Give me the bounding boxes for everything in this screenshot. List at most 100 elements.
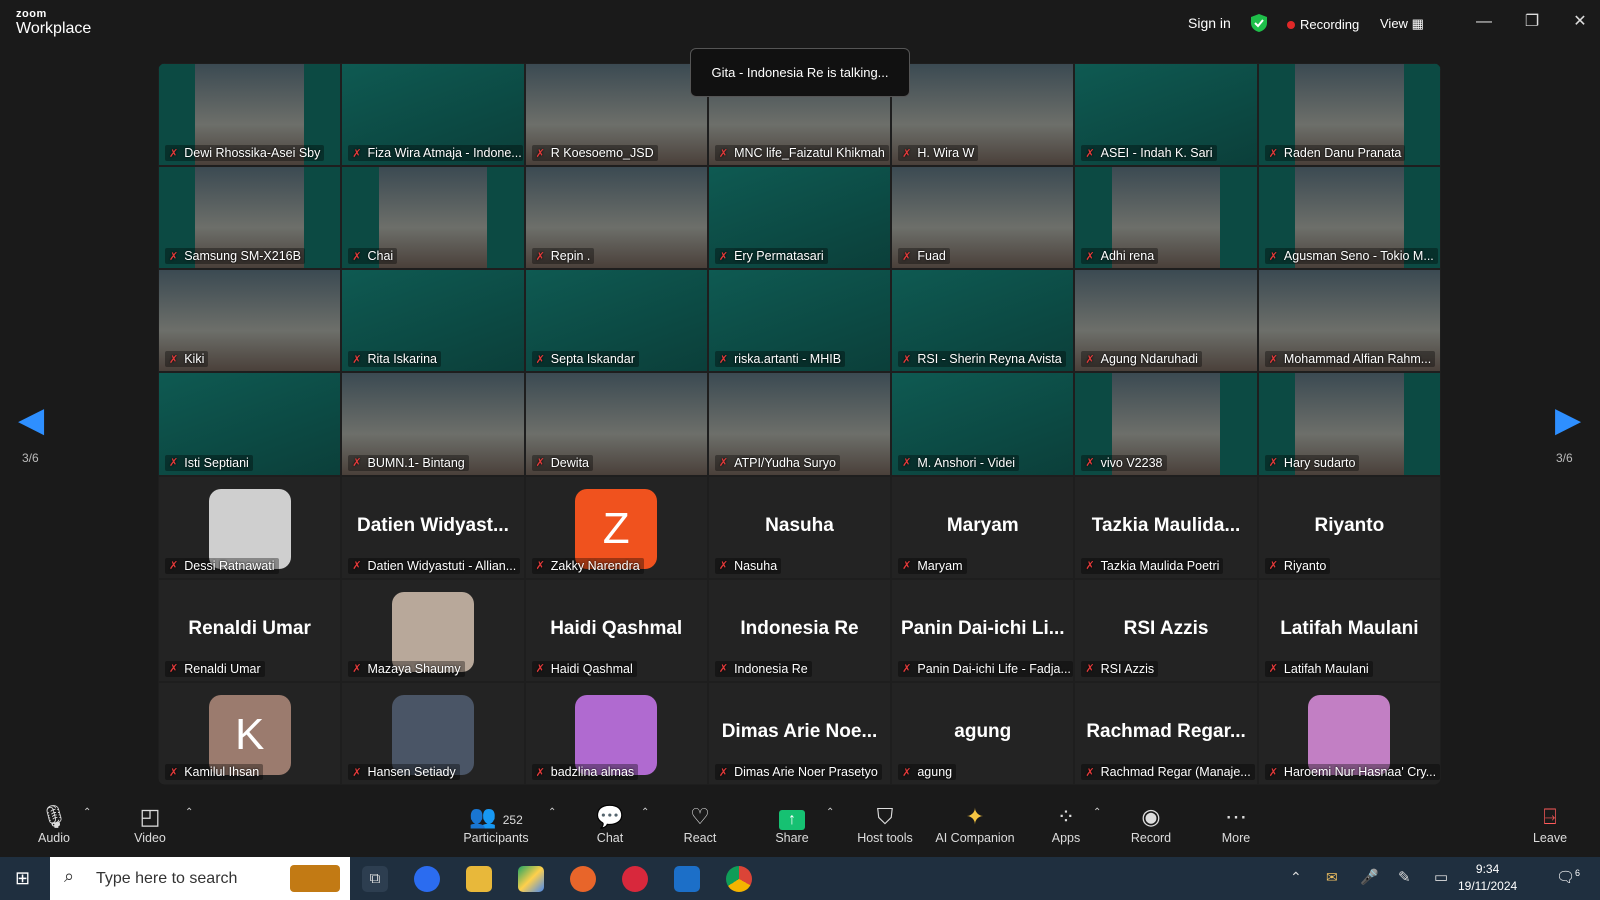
record-button[interactable]: ◉ Record bbox=[1126, 803, 1176, 845]
participant-name-label: ✗ Mazaya Shaumy bbox=[348, 660, 465, 677]
taskbar-search-box[interactable]: ⌕ Type here to search bbox=[50, 857, 350, 900]
participant-tile[interactable]: Haidi Qashmal ✗ Haidi Qashmal bbox=[524, 578, 708, 682]
previous-page-arrow-icon[interactable]: ◀ bbox=[18, 400, 44, 440]
tray-display-icon[interactable]: ▭ bbox=[1434, 868, 1448, 886]
participant-tile[interactable]: Rachmad Regar... ✗ Rachmad Regar (Manaje..… bbox=[1074, 681, 1258, 785]
host-tools-button[interactable]: ⛉ Host tools bbox=[850, 803, 920, 845]
close-icon[interactable]: ✕ bbox=[1556, 8, 1600, 36]
tray-pen-icon[interactable]: ✎ bbox=[1398, 868, 1411, 886]
outlook-icon[interactable] bbox=[674, 866, 700, 892]
participant-tile[interactable]: Nasuha ✗ Nasuha bbox=[707, 475, 892, 579]
share-button[interactable]: ↑ Share bbox=[772, 803, 812, 845]
participant-name-label: ✗ Dessi Ratnawati bbox=[165, 557, 279, 574]
windows-start-icon[interactable]: ⊞ bbox=[15, 868, 30, 889]
participant-tile[interactable]: Datien Widyast... ✗ Datien Widyastuti - Al… bbox=[341, 475, 525, 579]
more-button[interactable]: ⋯ More bbox=[1216, 803, 1256, 845]
participant-tile[interactable]: ✗ Chai bbox=[341, 166, 525, 270]
participant-tile[interactable]: Renaldi Umar ✗ Renaldi Umar bbox=[158, 578, 342, 682]
participant-tile[interactable]: Tazkia Maulida... ✗ Tazkia Maulida Poetri bbox=[1074, 475, 1258, 579]
minimize-icon[interactable]: — bbox=[1460, 8, 1508, 36]
task-view-icon[interactable]: ⧉ bbox=[362, 866, 388, 892]
participant-tile[interactable]: Z ✗ Zakky Narendra bbox=[524, 475, 708, 579]
participant-tile[interactable]: ✗ Isti Septiani bbox=[158, 372, 342, 476]
participant-tile[interactable]: ✗ Agusman Seno - Tokio M... bbox=[1257, 166, 1441, 270]
audio-options-caret-icon[interactable]: ⌃ bbox=[83, 807, 91, 818]
participant-tile[interactable]: ✗ Fiza Wira Atmaja - Indone... bbox=[341, 63, 525, 167]
participant-tile[interactable]: RSI Azzis ✗ RSI Azzis bbox=[1074, 578, 1258, 682]
google-drive-icon[interactable] bbox=[518, 866, 544, 892]
share-options-caret-icon[interactable]: ⌃ bbox=[826, 807, 834, 818]
ai-companion-button[interactable]: ✦ AI Companion bbox=[930, 803, 1020, 845]
chat-button[interactable]: 💬 Chat bbox=[590, 803, 630, 845]
participants-options-caret-icon[interactable]: ⌃ bbox=[548, 807, 556, 818]
security-shield-icon[interactable] bbox=[1250, 13, 1268, 38]
taskbar-clock[interactable]: 9:34 19/11/2024 bbox=[1458, 861, 1517, 895]
participant-tile[interactable]: ✗ vivo V2238 bbox=[1074, 372, 1258, 476]
participant-tile[interactable]: ✗ Hansen Setiady bbox=[341, 681, 525, 785]
firefox-icon[interactable] bbox=[570, 866, 596, 892]
participants-button[interactable]: 👥 252 Participants bbox=[460, 803, 532, 845]
chat-options-caret-icon[interactable]: ⌃ bbox=[641, 807, 649, 818]
tray-mail-icon[interactable]: ✉ bbox=[1326, 869, 1338, 886]
video-button[interactable]: ◰ Video bbox=[130, 803, 170, 845]
participant-tile[interactable]: ✗ Mazaya Shaumy bbox=[341, 578, 525, 682]
participant-tile[interactable]: ✗ Raden Danu Pranata bbox=[1257, 63, 1441, 167]
participant-tile[interactable]: Maryam ✗ Maryam bbox=[891, 475, 1075, 579]
participant-name-label: ✗ Kiki bbox=[165, 351, 209, 368]
notification-center-icon[interactable]: 🗨6 bbox=[1556, 868, 1580, 886]
muted-mic-icon: ✗ bbox=[535, 560, 545, 573]
participant-tile[interactable]: ✗ Dewi Rhossika-Asei Sby bbox=[158, 63, 342, 167]
participant-tile[interactable]: ✗ riska.artanti - MHIB bbox=[707, 269, 892, 373]
participant-tile[interactable]: ✗ Samsung SM-X216B bbox=[158, 166, 342, 270]
participant-tile[interactable]: agung ✗ agung bbox=[891, 681, 1075, 785]
participant-tile[interactable]: ✗ M. Anshori - Videi bbox=[891, 372, 1075, 476]
participant-tile[interactable]: ✗ badzlina almas bbox=[524, 681, 708, 785]
tray-chevron-icon[interactable]: ⌃ bbox=[1290, 869, 1302, 886]
participant-tile[interactable]: K ✗ Kamilul Ihsan bbox=[158, 681, 342, 785]
sign-in-button[interactable]: Sign in bbox=[1188, 15, 1231, 31]
view-button[interactable]: View ▦ bbox=[1380, 16, 1424, 32]
next-page-arrow-icon[interactable]: ▶ bbox=[1555, 400, 1581, 440]
participant-tile[interactable]: ✗ H. Wira W bbox=[891, 63, 1075, 167]
participant-tile[interactable]: ✗ Hary sudarto bbox=[1257, 372, 1441, 476]
participant-tile[interactable]: ✗ Ery Permatasari bbox=[707, 166, 892, 270]
recording-indicator[interactable]: Recording bbox=[1287, 17, 1359, 32]
chrome-icon[interactable] bbox=[726, 866, 752, 892]
participant-tile[interactable]: ✗ BUMN.1- Bintang bbox=[341, 372, 525, 476]
participant-tile[interactable]: ✗ Adhi rena bbox=[1074, 166, 1258, 270]
participant-tile[interactable]: ✗ ATPI/Yudha Suryo bbox=[707, 372, 892, 476]
react-button[interactable]: ♡ React bbox=[680, 803, 720, 845]
restore-icon[interactable]: ❐ bbox=[1508, 8, 1556, 36]
participant-tile[interactable]: ✗ Dewita bbox=[524, 372, 708, 476]
participant-tile[interactable]: ✗ Fuad bbox=[891, 166, 1075, 270]
participant-tile[interactable]: ✗ Dessi Ratnawati bbox=[158, 475, 342, 579]
participant-name: Indonesia Re bbox=[734, 661, 808, 676]
apps-options-caret-icon[interactable]: ⌃ bbox=[1093, 807, 1101, 818]
participant-tile[interactable]: ✗ ASEI - Indah K. Sari bbox=[1074, 63, 1258, 167]
video-options-caret-icon[interactable]: ⌃ bbox=[185, 807, 193, 818]
file-explorer-icon[interactable] bbox=[466, 866, 492, 892]
participant-tile[interactable]: ✗ Septa Iskandar bbox=[524, 269, 708, 373]
participant-tile[interactable]: Latifah Maulani ✗ Latifah Maulani bbox=[1257, 578, 1441, 682]
participant-tile[interactable]: ✗ Mohammad Alfian Rahm... bbox=[1257, 269, 1441, 373]
participant-tile[interactable]: ✗ R Koesoemo_JSD bbox=[524, 63, 708, 167]
participant-tile[interactable]: ✗ Agung Ndaruhadi bbox=[1074, 269, 1258, 373]
tray-mic-icon[interactable]: 🎤 bbox=[1360, 868, 1379, 886]
participant-name-label: ✗ Hary sudarto bbox=[1264, 454, 1360, 471]
muted-mic-icon: ✗ bbox=[535, 353, 545, 366]
leave-button[interactable]: ⍈ Leave bbox=[1530, 803, 1570, 845]
participant-tile[interactable]: ✗ Repin . bbox=[524, 166, 708, 270]
audio-button[interactable]: 🎙 Audio bbox=[34, 803, 74, 845]
participant-tile[interactable]: ✗ Kiki bbox=[158, 269, 342, 373]
participant-name: agung bbox=[917, 765, 953, 779]
participant-tile[interactable]: Indonesia Re ✗ Indonesia Re bbox=[707, 578, 892, 682]
participant-tile[interactable]: Riyanto ✗ Riyanto bbox=[1257, 475, 1441, 579]
participant-tile[interactable]: ✗ Haroemi Nur Hasnaa' Cry... bbox=[1257, 681, 1441, 785]
participant-tile[interactable]: ✗ Rita Iskarina bbox=[341, 269, 525, 373]
participant-tile[interactable]: ✗ RSI - Sherin Reyna Avista bbox=[891, 269, 1075, 373]
participant-tile[interactable]: Panin Dai-ichi Li... ✗ Panin Dai-ichi Life… bbox=[891, 578, 1075, 682]
zoom-app-icon[interactable] bbox=[414, 866, 440, 892]
apps-button[interactable]: ⁘ Apps bbox=[1046, 803, 1086, 845]
antivirus-icon[interactable] bbox=[622, 866, 648, 892]
participant-tile[interactable]: Dimas Arie Noe... ✗ Dimas Arie Noer Praset… bbox=[707, 681, 892, 785]
